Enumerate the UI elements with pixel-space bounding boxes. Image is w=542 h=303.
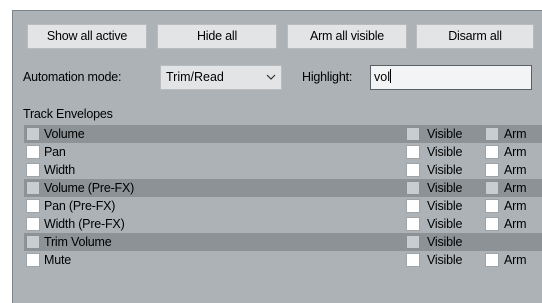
arm-checkbox[interactable] [485,145,499,159]
visible-label: Visible [427,127,463,141]
arm-label: Arm [504,145,527,159]
arm-label: Arm [504,181,527,195]
show-all-active-button[interactable]: Show all active [27,24,147,49]
visible-checkbox[interactable] [406,217,420,231]
envelope-panel: Show all active Hide all Arm all visible… [12,10,542,303]
envelope-show-checkbox[interactable] [26,163,40,177]
envelope-row[interactable]: Pan Visible Arm [24,143,542,161]
envelope-row[interactable]: Pan (Pre-FX) Visible Arm [24,197,542,215]
envelope-list: Volume Visible Arm Pan Visible Arm Width Visibl… [24,125,542,269]
visible-checkbox[interactable] [406,145,420,159]
envelope-show-checkbox[interactable] [26,253,40,267]
envelope-show-checkbox[interactable] [26,199,40,213]
envelope-name: Volume (Pre-FX) [44,181,135,195]
visible-checkbox[interactable] [406,181,420,195]
envelope-row[interactable]: Width Visible Arm [24,161,542,179]
envelope-show-checkbox[interactable] [26,235,40,249]
arm-label: Arm [504,253,527,267]
envelope-name: Width (Pre-FX) [44,217,125,231]
visible-label: Visible [427,235,463,249]
envelope-name: Trim Volume [44,235,112,249]
visible-label: Visible [427,253,463,267]
arm-checkbox[interactable] [485,127,499,141]
envelope-name: Width [44,163,75,177]
automation-mode-value: Trim/Read [166,70,224,84]
visible-label: Visible [427,145,463,159]
arm-checkbox[interactable] [485,181,499,195]
envelope-row[interactable]: Trim Volume Visible [24,233,542,251]
visible-label: Visible [427,199,463,213]
envelope-name: Volume [44,127,85,141]
arm-label: Arm [504,217,527,231]
visible-checkbox[interactable] [406,199,420,213]
visible-checkbox[interactable] [406,127,420,141]
visible-checkbox[interactable] [406,163,420,177]
envelope-row[interactable]: Volume Visible Arm [24,125,542,143]
arm-label: Arm [504,163,527,177]
envelope-show-checkbox[interactable] [26,127,40,141]
arm-label: Arm [504,127,527,141]
visible-label: Visible [427,181,463,195]
highlight-input-value: vol [374,70,390,84]
envelope-row[interactable]: Mute Visible Arm [24,251,542,269]
automation-mode-select[interactable]: Trim/Read [160,65,282,90]
track-envelopes-heading: Track Envelopes [23,107,113,121]
arm-checkbox[interactable] [485,199,499,213]
chevron-down-icon [266,74,276,80]
envelope-name: Mute [44,253,71,267]
envelope-show-checkbox[interactable] [26,145,40,159]
visible-checkbox[interactable] [406,235,420,249]
highlight-label: Highlight: [302,70,353,84]
envelope-show-checkbox[interactable] [26,217,40,231]
automation-mode-label: Automation mode: [23,70,122,84]
visible-checkbox[interactable] [406,253,420,267]
highlight-input[interactable]: vol [370,65,532,90]
envelope-show-checkbox[interactable] [26,181,40,195]
envelope-row[interactable]: Volume (Pre-FX) Visible Arm [24,179,542,197]
disarm-all-button[interactable]: Disarm all [416,24,534,49]
arm-checkbox[interactable] [485,253,499,267]
visible-label: Visible [427,217,463,231]
envelope-name: Pan (Pre-FX) [44,199,116,213]
arm-all-visible-button[interactable]: Arm all visible [287,24,407,49]
envelope-row[interactable]: Width (Pre-FX) Visible Arm [24,215,542,233]
arm-label: Arm [504,199,527,213]
arm-checkbox[interactable] [485,217,499,231]
hide-all-button[interactable]: Hide all [157,24,277,49]
arm-checkbox[interactable] [485,163,499,177]
text-caret [389,69,391,83]
envelope-name: Pan [44,145,66,159]
visible-label: Visible [427,163,463,177]
